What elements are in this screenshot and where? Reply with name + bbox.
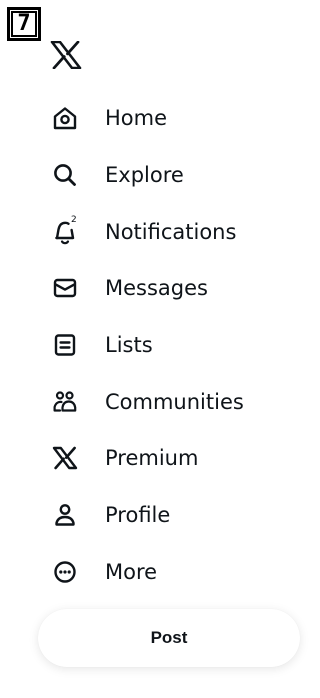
nav-item-messages[interactable]: Messages: [0, 260, 310, 317]
marker-number: 7: [11, 11, 37, 37]
nav-item-notifications[interactable]: 2 Notifications: [0, 203, 310, 260]
nav-label-more: More: [105, 559, 158, 584]
envelope-icon: [52, 275, 78, 301]
nav-item-home[interactable]: Home: [0, 90, 310, 147]
nav-label-home: Home: [105, 106, 168, 131]
communities-icon: [52, 389, 78, 415]
nav-label-messages: Messages: [105, 276, 208, 301]
more-circle-icon: [52, 559, 78, 585]
nav-item-communities[interactable]: Communities: [0, 373, 310, 430]
nav-label-communities: Communities: [105, 389, 244, 414]
nav-item-premium[interactable]: Premium: [0, 430, 310, 487]
nav-label-lists: Lists: [105, 333, 153, 358]
search-icon: [52, 162, 78, 188]
post-button-label: Post: [150, 628, 188, 647]
nav-item-more[interactable]: More: [0, 544, 310, 601]
home-icon: [52, 105, 78, 131]
person-icon: [52, 502, 78, 528]
post-button[interactable]: Post: [38, 609, 300, 667]
nav-label-premium: Premium: [105, 446, 199, 471]
nav-label-explore: Explore: [105, 163, 184, 188]
sidebar-navigation: 7 Home Explore 2 Notifications Messages …: [0, 0, 310, 698]
main-nav: Home Explore 2 Notifications Messages Li…: [0, 90, 310, 600]
nav-label-notifications: Notifications: [105, 219, 237, 244]
list-icon: [52, 332, 78, 358]
nav-item-explore[interactable]: Explore: [0, 147, 310, 204]
x-logo-icon[interactable]: [50, 40, 82, 70]
nav-item-profile[interactable]: Profile: [0, 487, 310, 544]
x-premium-icon: [52, 445, 78, 471]
nav-item-lists[interactable]: Lists: [0, 317, 310, 374]
nav-label-profile: Profile: [105, 503, 171, 528]
number-marker: 7: [7, 7, 41, 41]
notifications-count-badge: 2: [71, 215, 77, 226]
